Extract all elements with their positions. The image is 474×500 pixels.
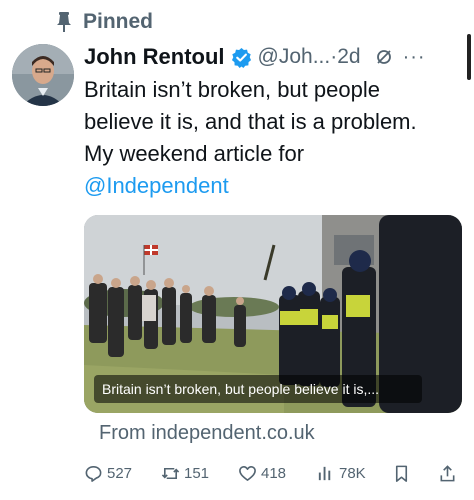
bookmark-button[interactable] <box>392 464 415 483</box>
tweet-actions: 527 151 418 78K <box>84 460 462 486</box>
tweet-text-line: Britain isn’t broken, but people <box>84 77 380 102</box>
view-count: 78K <box>339 464 366 482</box>
bookmark-icon <box>395 465 408 482</box>
reply-count: 527 <box>107 464 133 482</box>
timestamp[interactable]: 2d <box>337 45 360 69</box>
reply-icon <box>85 465 102 482</box>
tweet-header: John Rentoul @Joh... · 2d ··· <box>84 40 474 74</box>
like-count: 418 <box>261 464 287 482</box>
author-handle[interactable]: @Joh... <box>258 45 331 69</box>
share-button[interactable] <box>438 464 461 483</box>
link-card-image[interactable]: Britain isn’t broken, but people believe… <box>84 215 462 413</box>
author-name[interactable]: John Rentoul <box>84 44 225 70</box>
repost-count: 151 <box>184 464 210 482</box>
edit-history-icon[interactable] <box>375 48 393 66</box>
like-button[interactable]: 418 <box>238 464 286 483</box>
more-options-icon[interactable]: ··· <box>403 46 426 69</box>
verified-badge-icon <box>231 47 251 68</box>
share-icon <box>440 464 455 481</box>
mention-link[interactable]: @Independent <box>84 170 469 202</box>
link-card-source[interactable]: From independent.co.uk <box>99 422 315 445</box>
tweet-text: Britain isn’t broken, but people believe… <box>84 74 469 202</box>
repost-button[interactable]: 151 <box>161 464 209 483</box>
tweet-text-line: My weekend article for <box>84 141 305 166</box>
reply-button[interactable]: 527 <box>84 464 132 483</box>
pinned-indicator: Pinned <box>55 8 153 36</box>
views-chart-icon <box>318 466 331 480</box>
pin-icon <box>57 12 71 32</box>
pinned-label: Pinned <box>83 10 154 33</box>
tweet-text-line: believe it is, and that is a problem. <box>84 109 417 134</box>
avatar[interactable] <box>12 44 74 106</box>
dot-separator: · <box>330 45 338 68</box>
views-button[interactable]: 78K <box>316 464 366 483</box>
repost-icon <box>161 467 180 479</box>
link-card-caption: Britain isn’t broken, but people believe… <box>94 375 422 403</box>
heart-icon <box>239 465 256 481</box>
